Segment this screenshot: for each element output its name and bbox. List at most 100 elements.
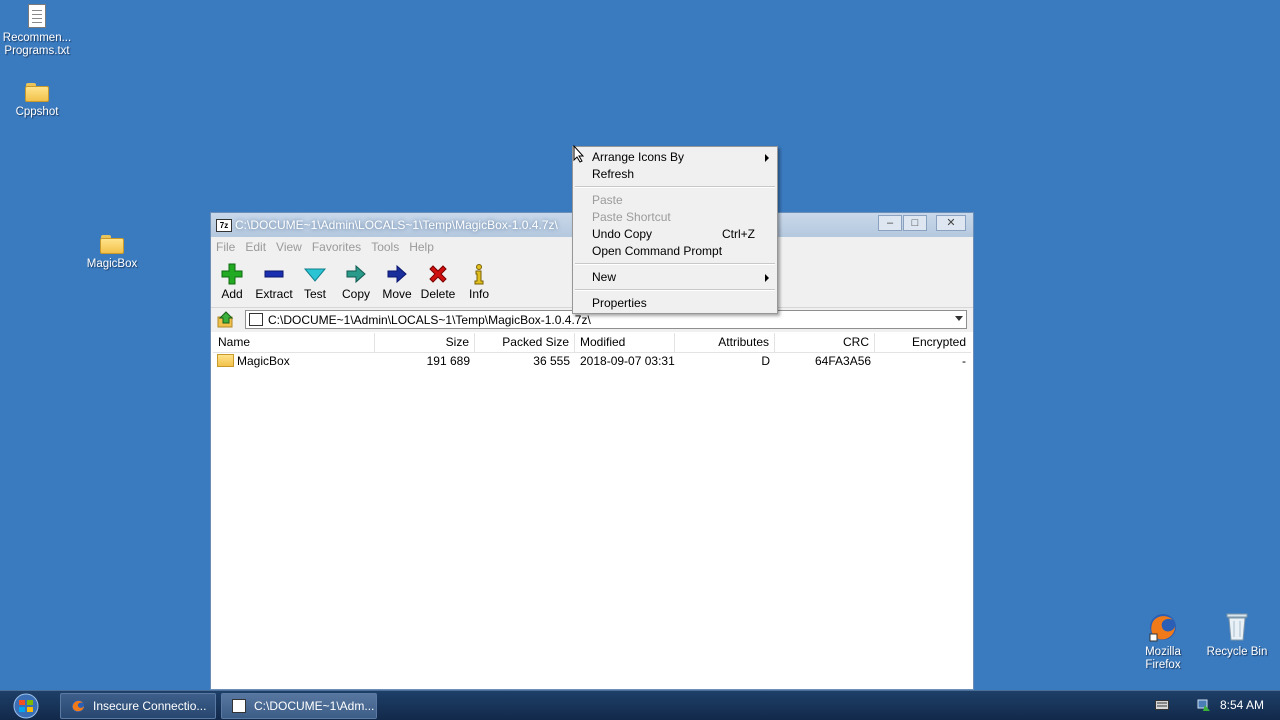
table-row[interactable]: MagicBox 191 689 36 555 2018-09-07 03:31… [213, 353, 971, 370]
desktop-icon-label: Firefox [1145, 659, 1181, 671]
test-button[interactable]: Test [293, 263, 337, 301]
taskbar: Insecure Connectio... C:\DOCUME~1\Adm...… [0, 690, 1280, 720]
text-file-icon [28, 4, 46, 28]
info-label: Info [468, 287, 489, 301]
desktop-icon-label: Programs.txt [4, 45, 70, 57]
menu-view[interactable]: View [271, 237, 307, 254]
menu-tools[interactable]: Tools [366, 237, 404, 254]
row-encrypted: - [962, 354, 966, 368]
desktop-icon-label: Recycle Bin [1206, 646, 1268, 658]
address-dropdown-icon[interactable] [955, 316, 963, 321]
taskbar-item-7zip[interactable]: C:\DOCUME~1\Adm... [221, 693, 377, 719]
row-crc: 64FA3A56 [815, 354, 872, 368]
row-size: 191 689 [426, 354, 470, 368]
maximize-button[interactable]: □ [903, 215, 927, 231]
extract-label: Extract [255, 287, 293, 301]
column-attributes[interactable]: Attributes [675, 333, 775, 352]
row-modified: 2018-09-07 03:31 [580, 354, 675, 368]
desktop-icon-label: Recommen... [2, 32, 72, 44]
desktop-icon-firefox[interactable]: Mozilla Firefox [1123, 612, 1203, 672]
taskbar-item-label: C:\DOCUME~1\Adm... [254, 699, 375, 713]
menu-item-label: Arrange Icons By [592, 150, 685, 164]
start-button[interactable] [4, 692, 44, 720]
menu-item-new[interactable]: New [592, 269, 769, 286]
minus-icon [264, 270, 284, 278]
window-title: C:\DOCUME~1\Admin\LOCALS~1\Temp\MagicBox… [235, 218, 558, 232]
keyboard-icon[interactable] [1155, 700, 1169, 710]
clock: 8:54 AM [1219, 698, 1264, 712]
copy-label: Copy [341, 287, 370, 301]
menu-item-open-command-prompt[interactable]: Open Command Prompt [592, 243, 769, 260]
desktop-context-menu: Arrange Icons By Refresh Paste Paste Sho… [572, 146, 778, 314]
submenu-arrow-icon [765, 154, 769, 162]
close-button[interactable]: ✕ [936, 215, 966, 231]
network-icon[interactable] [1197, 697, 1211, 713]
menu-item-arrange-icons-by[interactable]: Arrange Icons By [592, 149, 769, 166]
desktop-icon-recycle-bin[interactable]: Recycle Bin [1197, 612, 1277, 659]
taskbar-item-label: Insecure Connectio... [93, 699, 207, 713]
copy-arrow-icon [346, 264, 366, 284]
list-header: Name Size Packed Size Modified Attribute… [213, 333, 971, 353]
submenu-arrow-icon [765, 274, 769, 282]
column-name[interactable]: Name [213, 333, 375, 352]
menu-item-undo-copy[interactable]: Undo Copy Ctrl+Z [592, 226, 769, 243]
move-arrow-icon [387, 264, 407, 284]
move-label: Move [382, 287, 412, 301]
7zip-app-icon [232, 699, 246, 713]
row-packed-size: 36 555 [533, 354, 570, 368]
menu-item-refresh[interactable]: Refresh [592, 166, 769, 183]
column-encrypted[interactable]: Encrypted [875, 333, 971, 352]
delete-x-icon [429, 265, 447, 283]
7zip-app-icon: 7z [216, 219, 232, 232]
desktop-icon-label: MagicBox [86, 258, 138, 270]
row-name: MagicBox [213, 353, 375, 370]
copy-button[interactable]: Copy [334, 263, 378, 301]
up-folder-icon[interactable] [217, 311, 235, 329]
taskbar-item-firefox[interactable]: Insecure Connectio... [60, 693, 216, 719]
plus-icon [221, 263, 243, 285]
mouse-cursor-icon [573, 145, 585, 163]
menu-edit[interactable]: Edit [240, 237, 271, 254]
menu-item-label: Undo Copy [592, 227, 653, 241]
info-button[interactable]: Info [457, 263, 501, 301]
desktop-icon-label: Mozilla [1145, 646, 1181, 658]
extract-button[interactable]: Extract [252, 263, 296, 301]
desktop-icon-recommended-programs[interactable]: Recommen... Programs.txt [0, 4, 77, 58]
add-label: Add [221, 287, 243, 301]
column-crc[interactable]: CRC [775, 333, 875, 352]
checkmark-icon [304, 268, 326, 282]
menu-help[interactable]: Help [404, 237, 439, 254]
menu-item-shortcut: Ctrl+Z [722, 227, 755, 241]
test-label: Test [303, 287, 326, 301]
menu-item-paste[interactable]: Paste [592, 192, 769, 209]
desktop-icon-magicbox[interactable]: MagicBox [72, 235, 152, 271]
menu-item-properties[interactable]: Properties [592, 295, 769, 312]
column-size[interactable]: Size [375, 333, 475, 352]
menu-item-paste-shortcut[interactable]: Paste Shortcut [592, 209, 769, 226]
delete-button[interactable]: Delete [416, 263, 460, 301]
folder-icon [217, 354, 234, 367]
menu-separator [575, 289, 775, 291]
move-button[interactable]: Move [375, 263, 419, 301]
add-button[interactable]: Add [210, 263, 254, 301]
menu-separator [575, 186, 775, 188]
menu-separator [575, 263, 775, 265]
recycle-bin-icon [1226, 613, 1248, 641]
menu-file[interactable]: File [211, 237, 240, 254]
firefox-icon [72, 700, 84, 712]
menu-favorites[interactable]: Favorites [307, 237, 366, 254]
row-name-text: MagicBox [237, 354, 290, 368]
menu-item-label: New [592, 270, 617, 284]
column-packed-size[interactable]: Packed Size [475, 333, 575, 352]
minimize-button[interactable]: – [878, 215, 902, 231]
desktop-icon-cppshot[interactable]: Cppshot [0, 83, 77, 119]
column-modified[interactable]: Modified [575, 333, 675, 352]
address-text: C:\DOCUME~1\Admin\LOCALS~1\Temp\MagicBox… [268, 313, 591, 327]
delete-label: Delete [420, 287, 456, 301]
row-attributes: D [761, 354, 770, 368]
firefox-icon [1149, 614, 1176, 642]
info-icon [474, 264, 484, 285]
archive-icon [249, 313, 263, 326]
desktop-icon-label: Cppshot [15, 106, 59, 118]
folder-icon [25, 83, 49, 102]
